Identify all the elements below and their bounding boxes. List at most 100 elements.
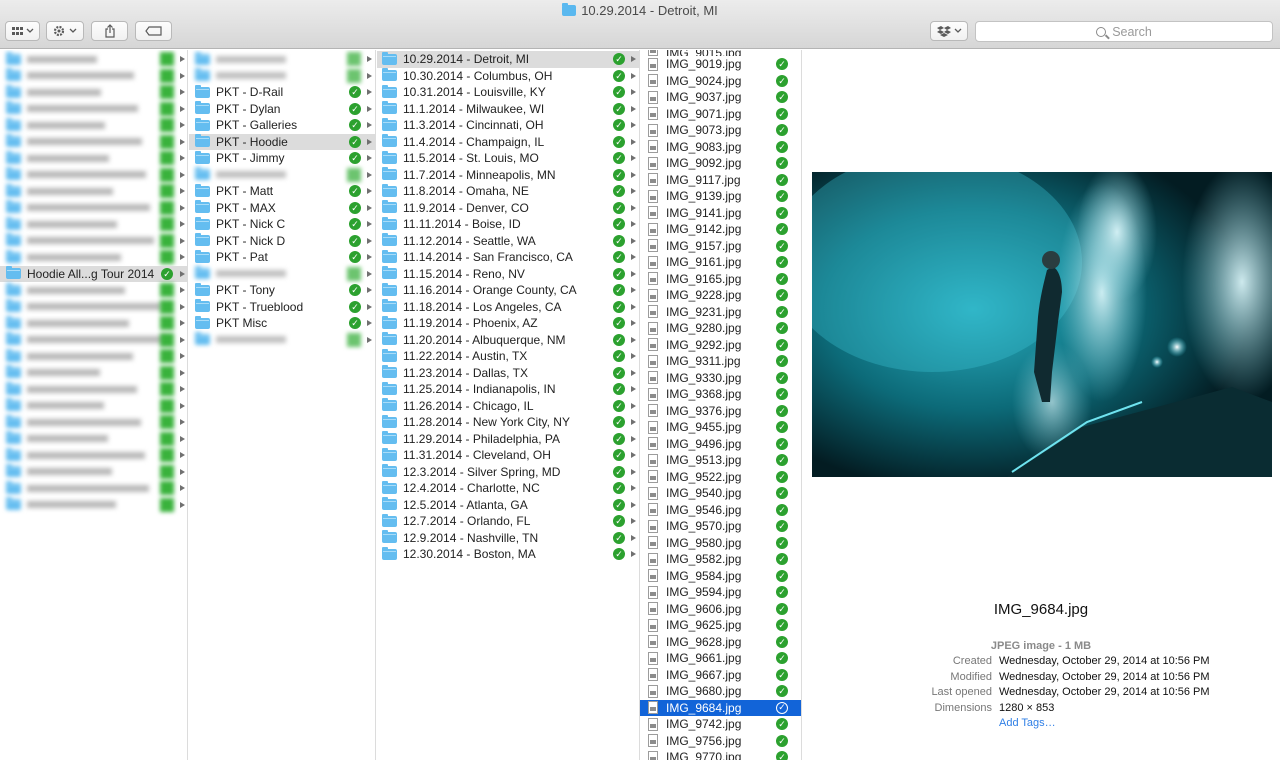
list-item[interactable]: PKT - Tony ✓ (189, 282, 375, 299)
list-item[interactable] (189, 332, 375, 349)
list-item[interactable] (0, 332, 187, 349)
list-item[interactable]: IMG_9582.jpg ✓ (640, 551, 801, 568)
list-item[interactable]: 11.22.2014 - Austin, TX ✓ (377, 348, 639, 365)
list-item[interactable]: IMG_9680.jpg ✓ (640, 683, 801, 700)
list-item[interactable]: IMG_9580.jpg ✓ (640, 535, 801, 552)
list-item[interactable] (0, 101, 187, 118)
list-item[interactable]: IMG_9141.jpg ✓ (640, 205, 801, 222)
list-item[interactable] (0, 431, 187, 448)
list-item[interactable] (0, 348, 187, 365)
list-item[interactable]: 12.3.2014 - Silver Spring, MD ✓ (377, 464, 639, 481)
list-item[interactable]: PKT - Pat ✓ (189, 249, 375, 266)
preview-image[interactable] (812, 172, 1272, 477)
list-item[interactable]: IMG_9684.jpg ✓ (640, 699, 801, 716)
list-item[interactable] (189, 68, 375, 85)
list-item[interactable] (0, 84, 187, 101)
list-item[interactable]: 11.15.2014 - Reno, NV ✓ (377, 266, 639, 283)
list-item[interactable] (0, 233, 187, 250)
list-item[interactable]: IMG_9019.jpg ✓ (640, 56, 801, 73)
list-item[interactable]: IMG_9606.jpg ✓ (640, 601, 801, 618)
list-item[interactable]: PKT - Dylan ✓ (189, 101, 375, 118)
list-item[interactable]: 11.1.2014 - Milwaukee, WI ✓ (377, 101, 639, 118)
list-item[interactable] (0, 51, 187, 68)
list-item[interactable]: IMG_9368.jpg ✓ (640, 386, 801, 403)
list-item[interactable]: 11.8.2014 - Omaha, NE ✓ (377, 183, 639, 200)
list-item[interactable]: PKT - MAX ✓ (189, 200, 375, 217)
list-item[interactable]: IMG_9231.jpg ✓ (640, 304, 801, 321)
list-item[interactable]: 11.5.2014 - St. Louis, MO ✓ (377, 150, 639, 167)
list-item[interactable]: 12.4.2014 - Charlotte, NC ✓ (377, 480, 639, 497)
list-item[interactable]: 11.26.2014 - Chicago, IL ✓ (377, 398, 639, 415)
list-item[interactable]: IMG_9024.jpg ✓ (640, 73, 801, 90)
list-item[interactable]: PKT - Matt ✓ (189, 183, 375, 200)
list-item[interactable] (0, 398, 187, 415)
list-item[interactable] (0, 365, 187, 382)
list-item[interactable]: IMG_9661.jpg ✓ (640, 650, 801, 667)
list-item[interactable]: 11.18.2014 - Los Angeles, CA ✓ (377, 299, 639, 316)
list-item[interactable]: IMG_9157.jpg ✓ (640, 238, 801, 255)
list-item[interactable]: IMG_9584.jpg ✓ (640, 568, 801, 585)
list-item[interactable]: IMG_9628.jpg ✓ (640, 634, 801, 651)
list-item[interactable]: 10.29.2014 - Detroit, MI ✓ (377, 51, 639, 68)
list-item[interactable]: 12.5.2014 - Atlanta, GA ✓ (377, 497, 639, 514)
list-item[interactable]: IMG_9117.jpg ✓ (640, 172, 801, 189)
list-item[interactable]: IMG_9570.jpg ✓ (640, 518, 801, 535)
list-item[interactable] (189, 266, 375, 283)
list-item[interactable]: 10.31.2014 - Louisville, KY ✓ (377, 84, 639, 101)
list-item[interactable]: IMG_9756.jpg ✓ (640, 733, 801, 750)
list-item[interactable] (0, 447, 187, 464)
list-item[interactable]: 11.25.2014 - Indianapolis, IN ✓ (377, 381, 639, 398)
list-item[interactable]: IMG_9455.jpg ✓ (640, 419, 801, 436)
list-item[interactable]: PKT - Trueblood ✓ (189, 299, 375, 316)
list-item[interactable]: 12.7.2014 - Orlando, FL ✓ (377, 513, 639, 530)
list-item[interactable]: IMG_9280.jpg ✓ (640, 320, 801, 337)
list-item[interactable] (0, 414, 187, 431)
list-item[interactable]: 11.29.2014 - Philadelphia, PA ✓ (377, 431, 639, 448)
list-item[interactable]: IMG_9513.jpg ✓ (640, 452, 801, 469)
list-item[interactable]: 11.31.2014 - Cleveland, OH ✓ (377, 447, 639, 464)
list-item[interactable] (0, 68, 187, 85)
list-item[interactable] (0, 183, 187, 200)
list-item[interactable] (0, 167, 187, 184)
list-item[interactable]: IMG_9522.jpg ✓ (640, 469, 801, 486)
list-item[interactable] (0, 464, 187, 481)
list-item[interactable] (0, 134, 187, 151)
list-item[interactable]: IMG_9083.jpg ✓ (640, 139, 801, 156)
list-item[interactable]: 11.3.2014 - Cincinnati, OH ✓ (377, 117, 639, 134)
list-item[interactable]: IMG_9376.jpg ✓ (640, 403, 801, 420)
list-item[interactable] (0, 381, 187, 398)
list-item[interactable]: 10.30.2014 - Columbus, OH ✓ (377, 68, 639, 85)
list-item[interactable] (0, 480, 187, 497)
list-item[interactable]: IMG_9071.jpg ✓ (640, 106, 801, 123)
list-item[interactable]: IMG_9742.jpg ✓ (640, 716, 801, 733)
list-item[interactable]: IMG_9073.jpg ✓ (640, 122, 801, 139)
list-item[interactable]: 11.12.2014 - Seattle, WA ✓ (377, 233, 639, 250)
list-item[interactable]: IMG_9228.jpg ✓ (640, 287, 801, 304)
list-item[interactable]: 11.11.2014 - Boise, ID ✓ (377, 216, 639, 233)
list-item[interactable] (0, 216, 187, 233)
action-button[interactable] (46, 21, 84, 41)
list-item[interactable]: IMG_9625.jpg ✓ (640, 617, 801, 634)
list-item[interactable]: IMG_9292.jpg ✓ (640, 337, 801, 354)
list-item[interactable]: PKT - Nick C ✓ (189, 216, 375, 233)
list-item[interactable]: 11.7.2014 - Minneapolis, MN ✓ (377, 167, 639, 184)
list-item[interactable]: IMG_9667.jpg ✓ (640, 667, 801, 684)
list-item[interactable]: PKT - Hoodie ✓ (189, 133, 375, 150)
list-item[interactable]: IMG_9496.jpg ✓ (640, 436, 801, 453)
list-item[interactable]: IMG_9165.jpg ✓ (640, 271, 801, 288)
list-item[interactable]: PKT - Jimmy ✓ (189, 150, 375, 167)
list-item[interactable] (0, 315, 187, 332)
dropbox-button[interactable] (930, 21, 968, 41)
list-item[interactable]: IMG_9546.jpg ✓ (640, 502, 801, 519)
list-item[interactable]: PKT - Galleries ✓ (189, 117, 375, 134)
list-item[interactable] (0, 497, 187, 514)
list-item[interactable]: IMG_9037.jpg ✓ (640, 89, 801, 106)
list-item[interactable]: PKT - D-Rail ✓ (189, 84, 375, 101)
list-item[interactable] (0, 249, 187, 266)
list-item[interactable]: IMG_9311.jpg ✓ (640, 353, 801, 370)
list-item[interactable]: PKT Misc ✓ (189, 315, 375, 332)
list-item[interactable]: IMG_9161.jpg ✓ (640, 254, 801, 271)
list-item[interactable] (189, 167, 375, 184)
list-item[interactable]: PKT - Nick D ✓ (189, 233, 375, 250)
list-item[interactable]: 11.19.2014 - Phoenix, AZ ✓ (377, 315, 639, 332)
